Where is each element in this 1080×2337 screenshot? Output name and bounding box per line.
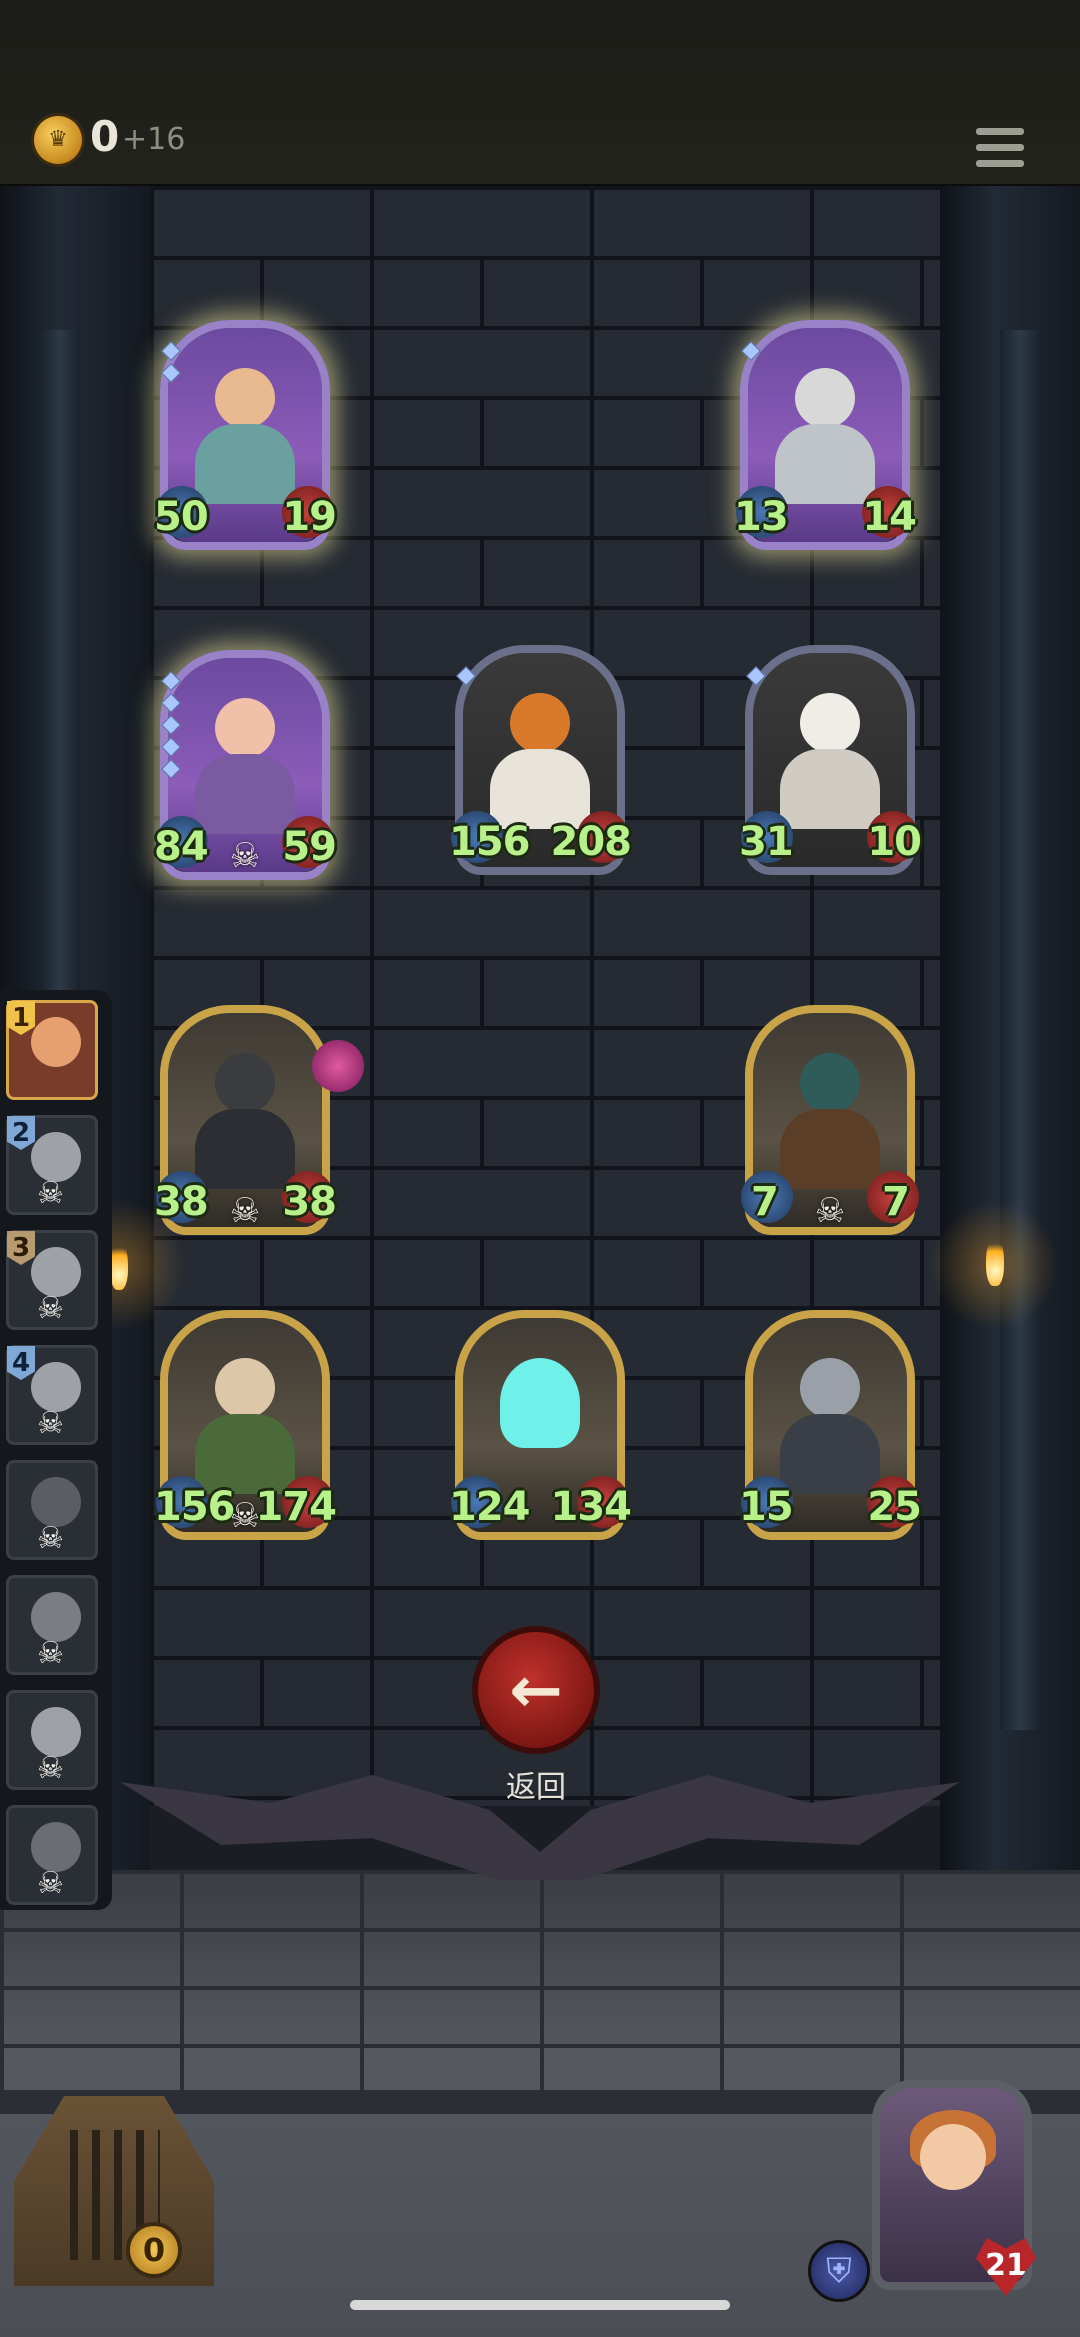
- gem-icons: [741, 341, 761, 366]
- back-arrow-icon: ←: [509, 1654, 563, 1728]
- health-value: 208: [550, 819, 632, 865]
- health-value: 59: [282, 824, 337, 870]
- roster-slot-8[interactable]: ☠: [6, 1805, 98, 1905]
- slot-number: 3: [7, 1231, 35, 1265]
- hero-portrait: [31, 1247, 81, 1297]
- health-value: 14: [862, 494, 917, 540]
- menu-icon[interactable]: [976, 128, 1024, 174]
- floor-tiles: [0, 1870, 1080, 2100]
- enemy-card-old-scientist[interactable]: 84 59 ☠: [154, 650, 337, 880]
- skull-icon: ☠: [37, 1291, 64, 1326]
- skull-icon: ☠: [229, 1191, 261, 1231]
- skull-icon: ☠: [37, 1866, 64, 1901]
- slot-number: 2: [7, 1116, 35, 1150]
- enemy-card-armored-knight[interactable]: 13 14: [734, 320, 917, 550]
- top-bar: ♛ 0 +16: [0, 0, 1080, 188]
- coin-count: 0: [90, 112, 120, 161]
- rose-status-icon: [312, 1040, 364, 1092]
- roster-slot-6[interactable]: ☠: [6, 1575, 98, 1675]
- hero-portrait: [31, 1017, 81, 1067]
- home-indicator[interactable]: [350, 2300, 730, 2310]
- enemy-card-mimic-chest[interactable]: 7 7 ☠: [741, 1005, 919, 1235]
- gem-icons: [161, 671, 181, 784]
- skull-icon: ☠: [37, 1521, 64, 1556]
- enemy-card-ghost[interactable]: 124 134: [449, 1310, 632, 1540]
- enemy-card-pumpkin-mummy[interactable]: 156 208: [449, 645, 632, 875]
- attack-value: 13: [734, 494, 789, 540]
- back-label: 返回: [506, 1770, 566, 1805]
- attack-value: 38: [154, 1179, 209, 1225]
- hero-portrait: [31, 1707, 81, 1757]
- attack-value: 156: [154, 1484, 235, 1530]
- coin-gain: +16: [122, 122, 186, 157]
- roster-slot-3[interactable]: ☠ 3: [6, 1230, 98, 1330]
- gem-icons: [746, 666, 766, 691]
- attack-value: 50: [154, 494, 209, 540]
- gem-icons: [161, 341, 181, 388]
- health-value: 7: [882, 1179, 910, 1225]
- attack-value: 156: [449, 819, 530, 865]
- wall-row: [150, 256, 940, 326]
- health-value: 134: [550, 1484, 632, 1530]
- attack-value: 7: [751, 1179, 779, 1225]
- slot-number: 1: [7, 1001, 35, 1035]
- torch-flame-icon: [110, 1240, 128, 1290]
- crown-coin-icon: ♛: [34, 116, 82, 164]
- hero-portrait: [31, 1822, 81, 1872]
- back-button[interactable]: ←: [472, 1626, 600, 1754]
- attack-value: 31: [739, 819, 794, 865]
- health-value: 174: [255, 1484, 337, 1530]
- gem-icons: [456, 666, 476, 691]
- skull-icon: ☠: [229, 1496, 261, 1536]
- shield-icon[interactable]: ⛨: [808, 2240, 870, 2302]
- attack-value: 124: [449, 1484, 530, 1530]
- skull-icon: ☠: [37, 1406, 64, 1441]
- skull-icon: ☠: [814, 1191, 846, 1231]
- roster-slot-2[interactable]: ☠ 2: [6, 1115, 98, 1215]
- attack-value: 84: [154, 824, 209, 870]
- enemy-card-old-woman[interactable]: 156 174 ☠: [154, 1310, 337, 1540]
- attack-value: 15: [739, 1484, 794, 1530]
- roster-slot-7[interactable]: ☠: [6, 1690, 98, 1790]
- skull-icon: ☠: [37, 1636, 64, 1671]
- roster-slot-1[interactable]: 1: [6, 1000, 98, 1100]
- hero-portrait: [31, 1592, 81, 1642]
- health-value: 38: [282, 1179, 337, 1225]
- torch-flame-icon: [986, 1236, 1004, 1286]
- hero-portrait: [31, 1477, 81, 1527]
- enemy-card-bulldog[interactable]: 31 10: [739, 645, 922, 875]
- health-value: 10: [867, 819, 922, 865]
- wall-row: [150, 1236, 940, 1306]
- health-value: 25: [867, 1484, 922, 1530]
- enemy-card-hooded-rogue[interactable]: 38 38 ☠: [154, 1005, 337, 1235]
- enemy-card-knight-boy[interactable]: 50 19: [154, 320, 337, 550]
- hero-face: [920, 2124, 986, 2190]
- roster-slot-5[interactable]: ☠: [6, 1460, 98, 1560]
- hero-portrait: [31, 1132, 81, 1182]
- skull-icon: ☠: [37, 1176, 64, 1211]
- slot-number: 4: [7, 1346, 35, 1380]
- roster-slot-4[interactable]: ☠ 4: [6, 1345, 98, 1445]
- cage-count-badge: 0: [126, 2222, 182, 2278]
- skull-icon: ☠: [37, 1751, 64, 1786]
- right-column: [1000, 330, 1040, 1730]
- skull-icon: ☠: [229, 836, 261, 876]
- enemy-card-vampire-girl[interactable]: 15 25: [739, 1310, 922, 1540]
- health-value: 19: [282, 494, 337, 540]
- hero-portrait: [31, 1362, 81, 1412]
- party-roster: 1 ☠ 2 ☠ 3 ☠ 4 ☠ ☠ ☠ ☠: [0, 990, 112, 1910]
